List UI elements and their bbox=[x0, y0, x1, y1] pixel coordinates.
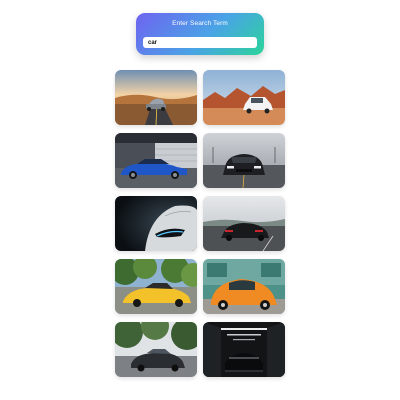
car-image bbox=[203, 133, 285, 188]
car-image bbox=[203, 70, 285, 125]
car-image bbox=[115, 259, 197, 314]
search-card: Enter Search Term bbox=[136, 13, 264, 55]
car-photo-9[interactable] bbox=[115, 322, 197, 377]
page: Enter Search Term bbox=[0, 0, 400, 400]
search-title: Enter Search Term bbox=[172, 20, 228, 27]
car-photo-8[interactable] bbox=[203, 259, 285, 314]
car-image bbox=[115, 196, 197, 251]
car-photo-3[interactable] bbox=[115, 133, 197, 188]
car-photo-10[interactable] bbox=[203, 322, 285, 377]
car-photo-6[interactable] bbox=[203, 196, 285, 251]
car-image bbox=[115, 70, 197, 125]
car-image bbox=[203, 196, 285, 251]
car-image bbox=[115, 133, 197, 188]
car-image bbox=[203, 259, 285, 314]
car-photo-2[interactable] bbox=[203, 70, 285, 125]
car-photo-7[interactable] bbox=[115, 259, 197, 314]
image-results-grid bbox=[115, 70, 285, 377]
car-photo-4[interactable] bbox=[203, 133, 285, 188]
search-input[interactable] bbox=[143, 37, 257, 48]
car-image bbox=[203, 322, 285, 377]
car-image bbox=[115, 322, 197, 377]
car-photo-1[interactable] bbox=[115, 70, 197, 125]
car-photo-5[interactable] bbox=[115, 196, 197, 251]
